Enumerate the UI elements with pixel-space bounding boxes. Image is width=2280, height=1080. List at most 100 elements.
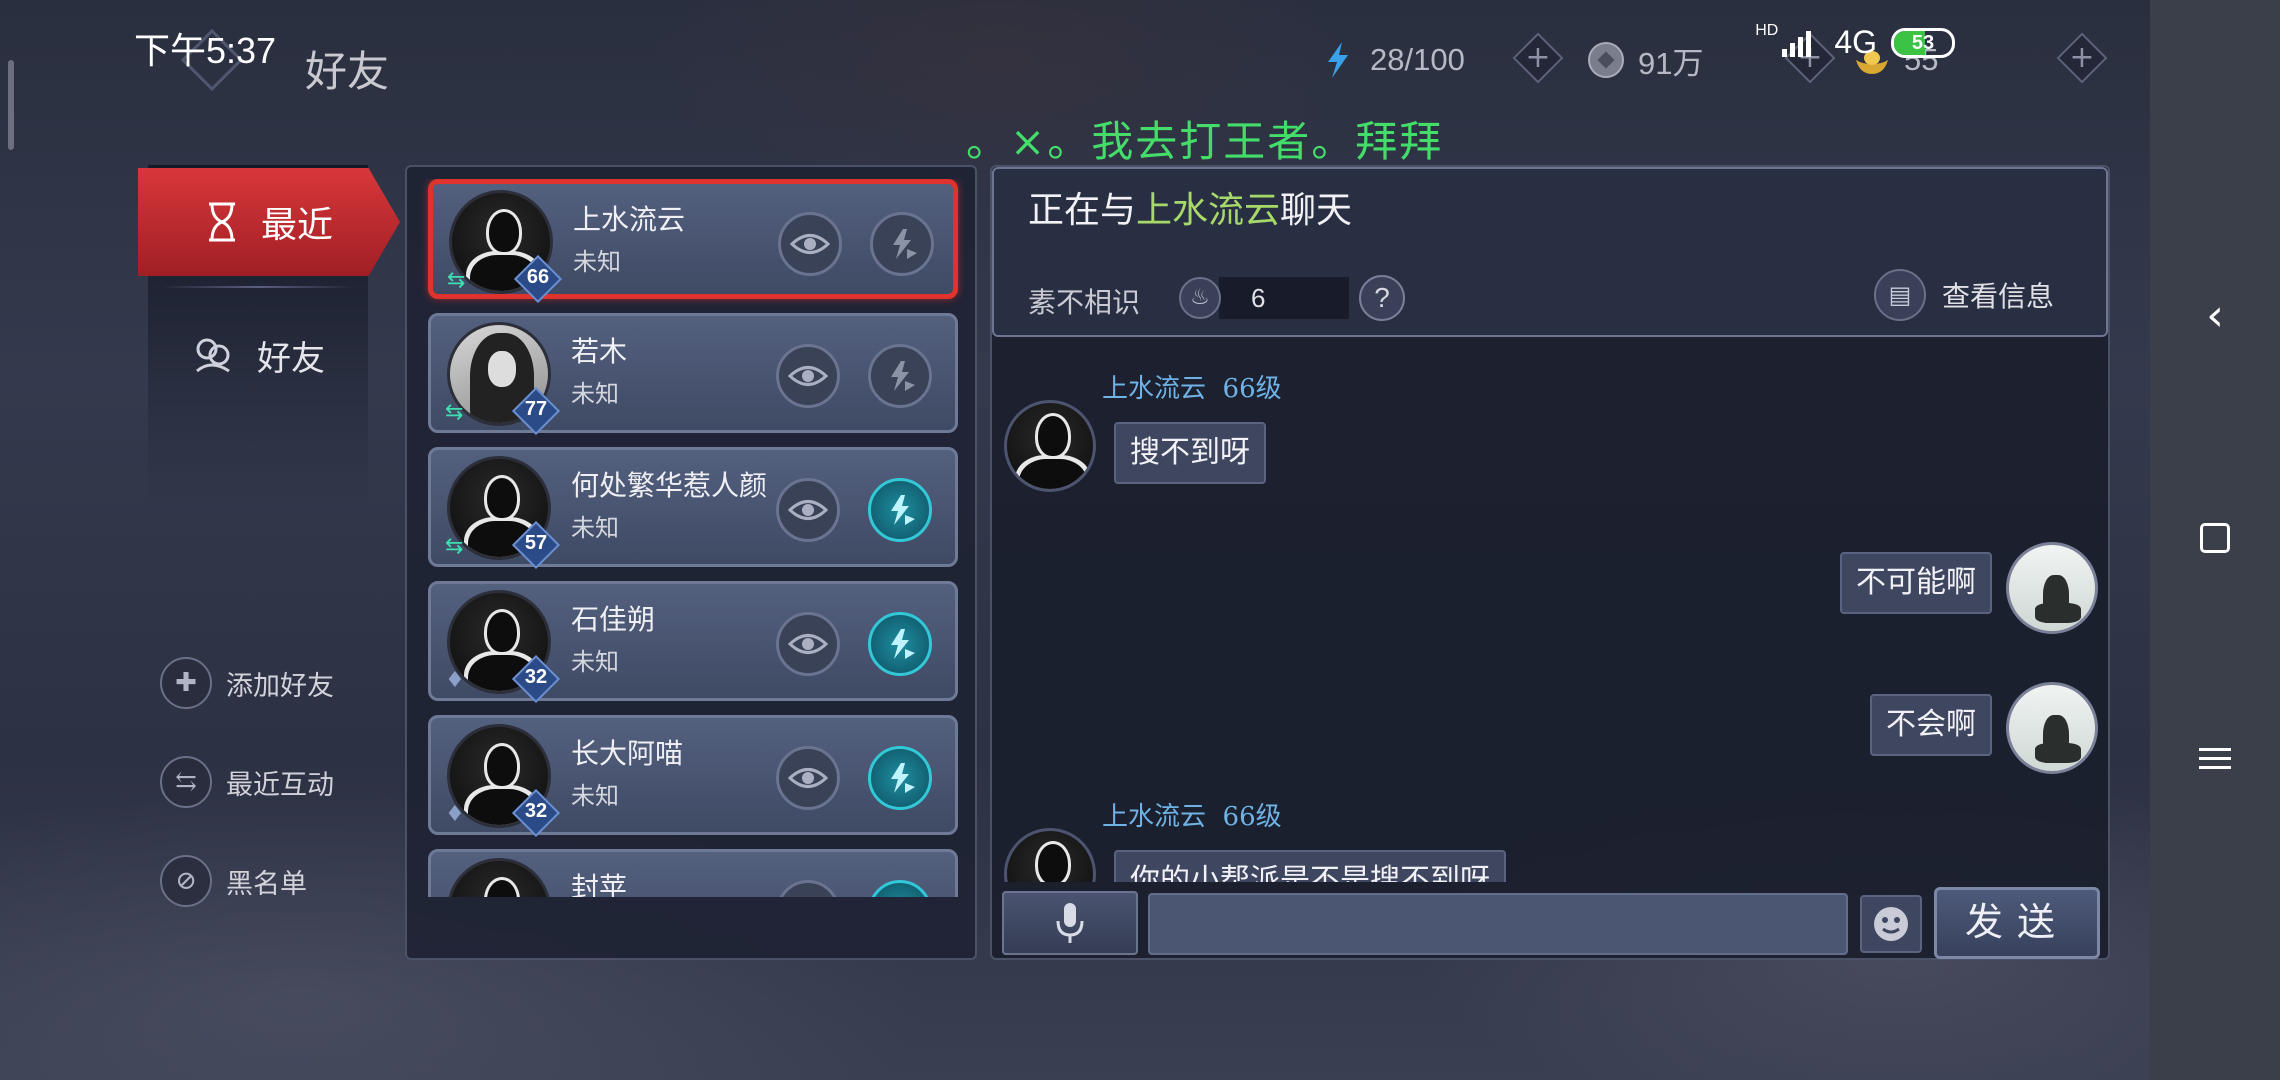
- friends-icon: [196, 338, 230, 373]
- view-button[interactable]: [776, 612, 840, 676]
- send-energy-icon: [893, 229, 917, 259]
- gold-add-button[interactable]: +: [2056, 32, 2108, 84]
- friend-name: 封苹: [571, 871, 628, 897]
- emoji-button[interactable]: [1860, 895, 1922, 953]
- avatar[interactable]: [447, 858, 551, 897]
- swap-icon: ⇆: [447, 268, 466, 293]
- message-area[interactable]: 上水流云 66级 搜不到呀 不可能啊 不会啊 上水流云 66级 你的小帮派是不是…: [992, 342, 2108, 882]
- chat-input-bar: 发送: [992, 879, 2108, 962]
- message-sender: 上水流云 66级: [1102, 368, 1282, 405]
- message-bubble: 不会啊: [1870, 694, 1992, 756]
- friend-status: 未知: [571, 782, 619, 810]
- relation-label: 素不相识: [1028, 286, 1141, 319]
- view-button[interactable]: [776, 344, 840, 408]
- friend-card[interactable]: ⇆ 66 上水流云 未知: [428, 179, 958, 304]
- eye-icon: [790, 234, 830, 254]
- nav-home-icon[interactable]: [2150, 515, 2280, 553]
- send-energy-icon: [891, 763, 915, 793]
- blacklist-icon: ⊘: [160, 855, 212, 907]
- avatar[interactable]: [1004, 828, 1096, 882]
- friend-card[interactable]: ♦ 32 长大阿喵 未知: [428, 715, 958, 838]
- system-status: HD 4G 53: [1755, 21, 1955, 61]
- stamina-value: 28/100: [1370, 42, 1465, 77]
- lightning-icon: [1328, 42, 1348, 78]
- self-avatar[interactable]: [2006, 682, 2098, 774]
- stamina-add-button[interactable]: +: [1512, 32, 1564, 84]
- eye-icon: [788, 500, 828, 520]
- swap-icon: ⇆: [445, 400, 464, 425]
- tab-recent[interactable]: 最近: [138, 168, 400, 276]
- self-avatar[interactable]: [2006, 542, 2098, 634]
- friend-name: 长大阿喵: [571, 737, 684, 770]
- view-button[interactable]: [776, 746, 840, 810]
- recent-interaction-button[interactable]: ⇆ 最近互动: [160, 752, 334, 812]
- send-stamina-button[interactable]: [868, 880, 932, 897]
- send-energy-icon: [891, 361, 915, 391]
- friend-list-panel: ⇆ 66 上水流云 未知 ⇆ 77 若木 未知 ⇆ 57 何处繁华惹人颜 未知 ♦ 32 石佳朔 未知 ♦ 32 长…: [405, 165, 977, 960]
- friend-card[interactable]: ⇆ 77 若木 未知: [428, 313, 958, 436]
- nav-back-icon[interactable]: ‹: [2150, 290, 2280, 341]
- battery-percent: 53: [1911, 31, 1935, 54]
- friend-card[interactable]: 封苹: [428, 849, 958, 897]
- view-info-label: 查看信息: [1941, 280, 2054, 313]
- microphone-icon: [1056, 903, 1084, 943]
- sender-level: 66级: [1222, 374, 1282, 404]
- view-info-button[interactable]: ▤ 查看信息: [1873, 269, 2054, 321]
- friend-status: 未知: [571, 514, 619, 542]
- message-input[interactable]: [1148, 893, 1848, 955]
- send-button[interactable]: 发送: [1934, 887, 2100, 959]
- send-stamina-button[interactable]: [868, 478, 932, 542]
- blacklist-label: 黑名单: [226, 868, 307, 900]
- send-energy-icon: [891, 495, 915, 525]
- scrolling-message: 。×。我去打王者。拜拜: [966, 117, 1444, 166]
- swap-icon: ⇆: [160, 756, 212, 808]
- view-button[interactable]: [776, 478, 840, 542]
- recent-interaction-label: 最近互动: [226, 769, 334, 801]
- friend-card[interactable]: ♦ 32 石佳朔 未知: [428, 581, 958, 704]
- signal-icon: [1782, 30, 1812, 57]
- blacklist-button[interactable]: ⊘ 黑名单: [160, 851, 307, 911]
- message-bubble: 你的小帮派是不是搜不到呀: [1114, 850, 1506, 882]
- stamina-resource: 28/100: [1318, 38, 1465, 82]
- top-bar: 下午5:37 好友 28/100 + 91万 + 55 + HD 4G 53: [0, 0, 2150, 96]
- sender-name: 上水流云: [1102, 802, 1207, 832]
- friend-level: 66: [526, 266, 550, 288]
- friend-name: 若木: [571, 335, 628, 368]
- sender-name: 上水流云: [1102, 374, 1207, 404]
- send-stamina-button[interactable]: [870, 212, 934, 276]
- friend-level: 32: [524, 666, 548, 688]
- profile-card-icon: ▤: [1873, 269, 1926, 321]
- figure-icon: ♦: [445, 668, 465, 693]
- hourglass-icon: [208, 202, 235, 242]
- coin-resource: 91万: [1586, 38, 1703, 82]
- send-stamina-button[interactable]: [868, 612, 932, 676]
- message-sender: 上水流云 66级: [1102, 796, 1282, 833]
- send-stamina-button[interactable]: [868, 746, 932, 810]
- tab-recent-label: 最近: [260, 205, 333, 246]
- emoji-icon: [1874, 907, 1908, 941]
- tab-divider: [160, 286, 356, 288]
- sender-level: 66级: [1222, 802, 1282, 832]
- nav-menu-icon[interactable]: [2150, 740, 2280, 775]
- friend-list[interactable]: ⇆ 66 上水流云 未知 ⇆ 77 若木 未知 ⇆ 57 何处繁华惹人颜 未知 ♦ 32 石佳朔 未知 ♦ 32 长…: [422, 179, 964, 897]
- hd-badge: HD: [1755, 21, 1779, 39]
- view-button[interactable]: [778, 212, 842, 276]
- friend-status: 未知: [573, 248, 621, 276]
- friend-card[interactable]: ⇆ 57 何处繁华惹人颜 未知: [428, 447, 958, 570]
- avatar[interactable]: [1004, 400, 1096, 492]
- chat-title-prefix: 正在与: [1028, 190, 1137, 231]
- relation-icon: ♨: [1179, 277, 1221, 319]
- friend-name: 石佳朔: [571, 603, 656, 636]
- help-button[interactable]: ?: [1359, 275, 1405, 321]
- view-button[interactable]: [776, 880, 840, 897]
- add-friend-button[interactable]: ✚ 添加好友: [160, 653, 334, 713]
- send-stamina-button[interactable]: [868, 344, 932, 408]
- friend-level: 77: [524, 398, 548, 420]
- message-bubble: 不可能啊: [1840, 552, 1992, 614]
- tab-friends[interactable]: 好友: [148, 300, 368, 410]
- voice-button[interactable]: [1002, 891, 1138, 955]
- network-type: 4G: [1834, 24, 1877, 60]
- friend-name: 何处繁华惹人颜: [571, 469, 768, 502]
- send-energy-icon: [891, 629, 915, 659]
- eye-icon: [788, 768, 828, 788]
